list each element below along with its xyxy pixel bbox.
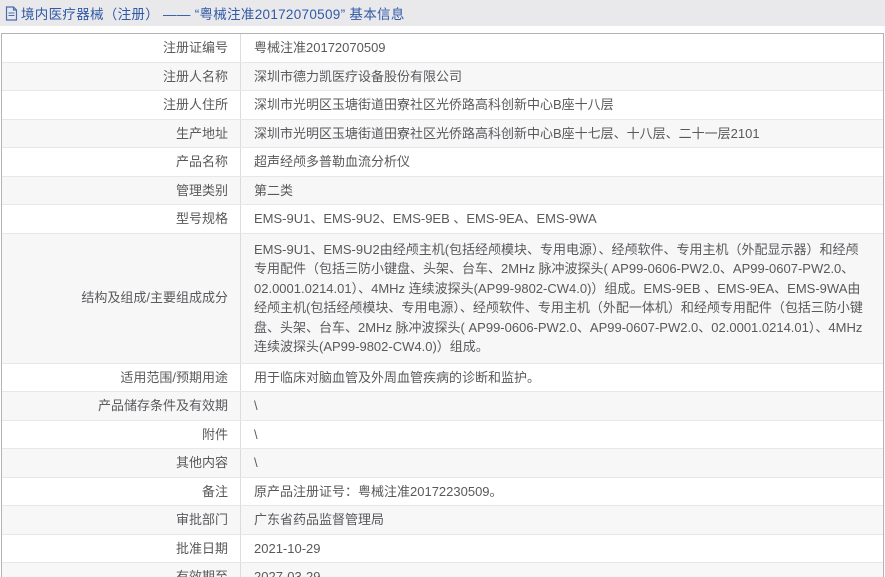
- row-value: 2027-03-29: [254, 567, 869, 577]
- table-row-registrant-address: 注册人住所 深圳市光明区玉塘街道田寮社区光侨路高科创新中心B座十八层: [2, 90, 883, 119]
- row-label: 备注: [2, 478, 241, 506]
- registration-info-table: 注册证编号 粤械注准20172070509 注册人名称 深圳市德力凯医疗设备股份…: [1, 33, 884, 577]
- row-label: 结构及组成/主要组成成分: [2, 234, 241, 363]
- row-label: 有效期至: [2, 563, 241, 577]
- row-value: EMS-9U1、EMS-9U2、EMS-9EB 、EMS-9EA、EMS-9WA: [254, 209, 869, 229]
- registration-detail-page: 境内医疗器械（注册） —— “粤械注准20172070509” 基本信息 注册证…: [0, 0, 885, 577]
- row-label: 其他内容: [2, 449, 241, 477]
- row-label: 适用范围/预期用途: [2, 364, 241, 392]
- table-row-model-spec: 型号规格 EMS-9U1、EMS-9U2、EMS-9EB 、EMS-9EA、EM…: [2, 204, 883, 233]
- table-row-approval-date: 批准日期 2021-10-29: [2, 534, 883, 563]
- row-label: 注册人住所: [2, 91, 241, 119]
- row-value: 用于临床对脑血管及外周血管疾病的诊断和监护。: [254, 368, 869, 388]
- table-row-cert-number: 注册证编号 粤械注准20172070509: [2, 34, 883, 62]
- table-row-registrant-name: 注册人名称 深圳市德力凯医疗设备股份有限公司: [2, 62, 883, 91]
- row-label: 批准日期: [2, 535, 241, 563]
- row-label: 型号规格: [2, 205, 241, 233]
- row-value: 原产品注册证号：粤械注准20172230509。: [254, 482, 869, 502]
- row-value: 广东省药品监督管理局: [254, 510, 869, 530]
- page-title: 境内医疗器械（注册） —— “粤械注准20172070509” 基本信息: [21, 3, 405, 23]
- row-value: 深圳市德力凯医疗设备股份有限公司: [254, 67, 869, 87]
- table-row-intended-use: 适用范围/预期用途 用于临床对脑血管及外周血管疾病的诊断和监护。: [2, 363, 883, 392]
- row-value: \: [254, 425, 869, 445]
- page-header: 境内医疗器械（注册） —— “粤械注准20172070509” 基本信息: [0, 0, 885, 26]
- row-label: 生产地址: [2, 120, 241, 148]
- row-label: 审批部门: [2, 506, 241, 534]
- table-row-approval-department: 审批部门 广东省药品监督管理局: [2, 505, 883, 534]
- row-label: 产品名称: [2, 148, 241, 176]
- row-value: 超声经颅多普勒血流分析仪: [254, 152, 869, 172]
- row-label: 注册证编号: [2, 34, 241, 62]
- table-row-remarks: 备注 原产品注册证号：粤械注准20172230509。: [2, 477, 883, 506]
- row-value: 第二类: [254, 181, 869, 201]
- table-row-other-content: 其他内容 \: [2, 448, 883, 477]
- row-label: 注册人名称: [2, 63, 241, 91]
- table-row-production-address: 生产地址 深圳市光明区玉塘街道田寮社区光侨路高科创新中心B座十七层、十八层、二十…: [2, 119, 883, 148]
- row-value: 2021-10-29: [254, 539, 869, 559]
- row-value: \: [254, 453, 869, 473]
- row-label: 附件: [2, 421, 241, 449]
- table-row-attachment: 附件 \: [2, 420, 883, 449]
- row-value: 深圳市光明区玉塘街道田寮社区光侨路高科创新中心B座十七层、十八层、二十一层210…: [254, 124, 869, 144]
- document-icon: [5, 6, 19, 21]
- table-row-structure-composition: 结构及组成/主要组成成分 EMS-9U1、EMS-9U2由经颅主机(包括经颅模块…: [2, 233, 883, 363]
- row-value: 粤械注准20172070509: [254, 38, 869, 58]
- row-value: \: [254, 396, 869, 416]
- table-row-product-name: 产品名称 超声经颅多普勒血流分析仪: [2, 147, 883, 176]
- table-row-storage-validity: 产品储存条件及有效期 \: [2, 391, 883, 420]
- table-row-valid-until: 有效期至 2027-03-29: [2, 562, 883, 577]
- row-value: 深圳市光明区玉塘街道田寮社区光侨路高科创新中心B座十八层: [254, 95, 869, 115]
- row-label: 管理类别: [2, 177, 241, 205]
- row-label: 产品储存条件及有效期: [2, 392, 241, 420]
- row-value: EMS-9U1、EMS-9U2由经颅主机(包括经颅模块、专用电源）、经颅软件、专…: [254, 240, 869, 357]
- table-row-management-category: 管理类别 第二类: [2, 176, 883, 205]
